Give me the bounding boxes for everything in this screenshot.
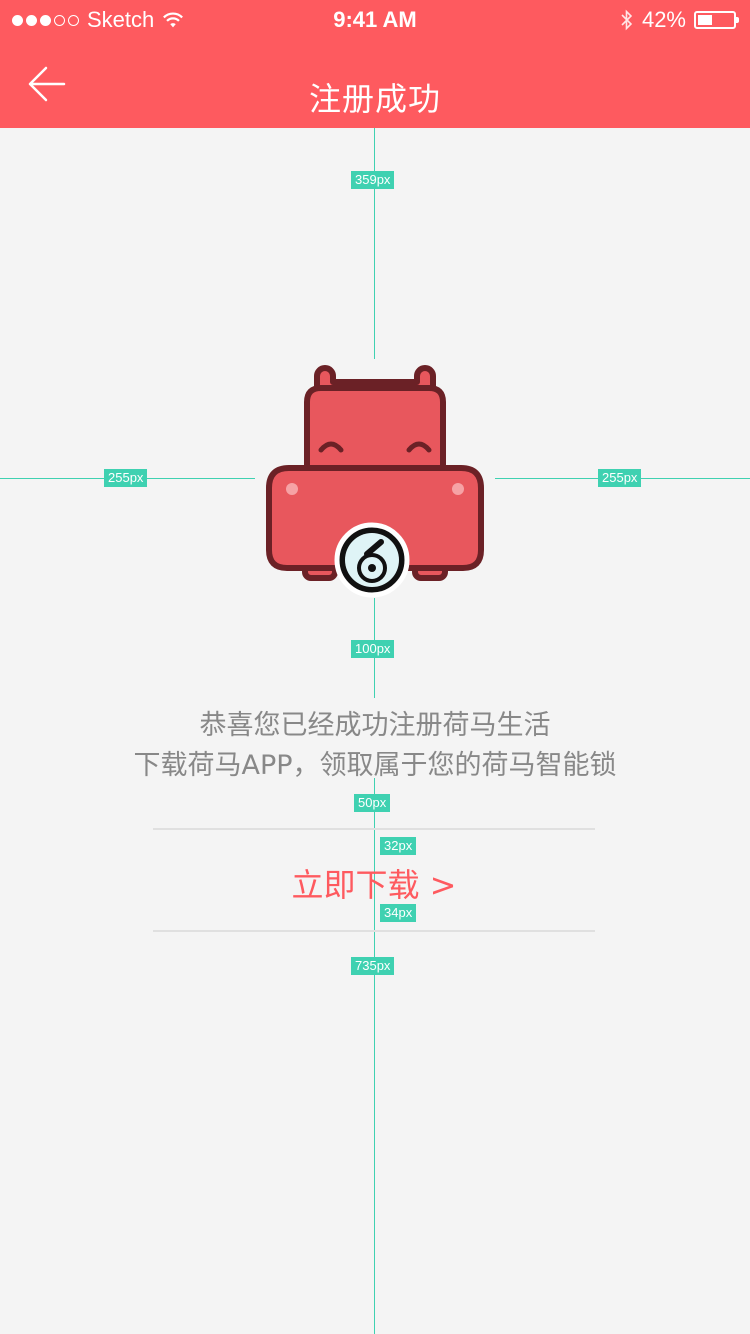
measure-right-gap: 255px [598, 469, 642, 487]
battery-icon [694, 11, 739, 29]
measure-text-to-divider: 50px [354, 794, 391, 812]
success-message: 恭喜您已经成功注册荷马生活 [199, 710, 551, 741]
measure-link-to-divider: 34px [380, 904, 417, 922]
download-button[interactable]: 立即下载 > [153, 860, 595, 906]
page-title: 注册成功 [308, 80, 441, 118]
divider-bottom [153, 930, 595, 932]
hippo-lock-icon [266, 365, 484, 598]
measure-left-gap: 255px [104, 469, 148, 487]
status-right: 42% [620, 7, 739, 33]
nav-bar: 注册成功 [0, 40, 750, 128]
measure-divider-to-link: 32px [380, 837, 417, 855]
download-prompt: 下载荷马APP，领取属于您的荷马智能锁 [133, 750, 617, 781]
guide-vertical-top [374, 128, 375, 359]
bluetooth-icon [621, 9, 633, 31]
battery-fill [698, 15, 712, 25]
measure-top-gap: 359px [351, 171, 395, 189]
measure-bottom-gap: 735px [351, 957, 395, 975]
header: Sketch 9:41 AM 42% 注册成功 [0, 0, 750, 128]
status-bar: Sketch 9:41 AM 42% [0, 0, 750, 40]
measure-icon-to-text: 100px [351, 640, 395, 658]
battery-percent: 42% [641, 7, 686, 32]
divider-top [153, 828, 595, 830]
